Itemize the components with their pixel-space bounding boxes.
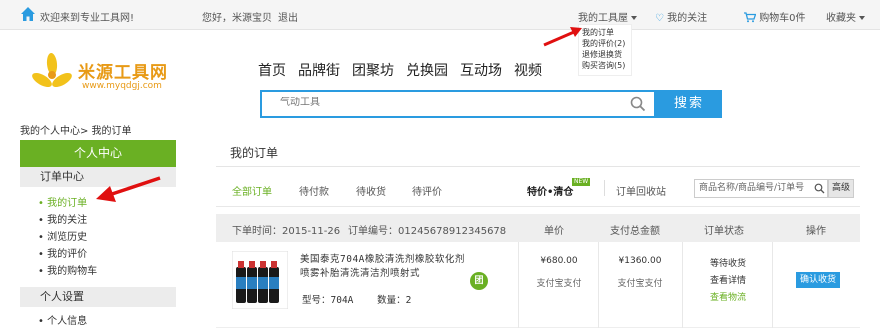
my-follow-link[interactable]: ♡ 我的关注 [655,9,707,24]
qty-label: 数量： [377,295,406,306]
tab-pending-receipt[interactable]: 待收货 [356,183,386,198]
heart-icon: ♡ [655,13,664,24]
breadcrumb: 我的个人中心> 我的订单 [20,126,132,137]
search-input[interactable] [280,97,620,108]
dropdown-item-reviews[interactable]: 我的评价(2) [582,38,631,49]
logout-link[interactable]: 退出 [278,9,298,24]
divider [682,242,683,328]
status-badge: 等待收货 [709,259,746,269]
dropdown-item-returns[interactable]: 退修退换货 [582,49,631,60]
sidebar-header: 个人中心 [20,140,176,167]
order-search-input[interactable]: 商品名称/商品编号/订单号 [694,179,828,198]
group-buy-badge: 团 [470,272,488,290]
advanced-search-button[interactable]: 高级 [828,179,854,198]
my-tools-menu[interactable]: 我的工具屋 [578,9,637,24]
sidebar-item-reviews[interactable]: • 我的评价 [38,245,87,260]
sidebar-item-history[interactable]: • 浏览历史 [38,228,87,243]
red-arrow-icon [543,27,582,47]
tab-all-orders[interactable]: 全部订单 [232,183,272,198]
favorites-menu[interactable]: 收藏夹 [826,9,865,24]
cart-icon [744,12,757,23]
new-badge: NEW [572,178,591,186]
tab-pending-payment[interactable]: 待付款 [299,183,329,198]
total-amount: ¥1360.00 [618,256,662,266]
my-follow-label: 我的关注 [667,13,708,24]
product-image[interactable] [232,251,288,309]
tab-special-clearance[interactable]: 特价•清仓 [527,183,573,198]
order-number-label: 订单编号： [348,226,398,237]
nav-interact[interactable]: 互动场 [460,63,502,79]
chevron-down-icon [859,16,865,20]
column-unit-price: 单价 [544,226,564,237]
cart-label: 购物车0件 [759,13,806,24]
column-action: 操作 [806,226,826,237]
recycle-bin-link[interactable]: 订单回收站 [616,183,666,198]
divider [518,242,519,328]
product-meta: 型号：704A 数量：2 [302,292,411,306]
sidebar-item-profile[interactable]: • 个人信息 [38,312,87,327]
dropdown-item-consult[interactable]: 购买咨询(5) [582,60,631,71]
divider [772,242,773,328]
nav-group-buy[interactable]: 团聚坊 [352,63,394,79]
red-arrow-icon [96,176,161,202]
chevron-down-icon [631,16,637,20]
order-number: 订单编号：01245678912345678 [348,222,506,237]
sidebar-item-my-follow[interactable]: • 我的关注 [38,211,87,226]
divider [604,180,605,196]
nav-exchange[interactable]: 兑换园 [406,63,448,79]
my-tools-label: 我的工具屋 [578,13,628,24]
view-logistics-link[interactable]: 查看物流 [700,290,756,303]
total-pay-method: 支付宝支付 [617,279,663,289]
sidebar-item-my-orders[interactable]: • 我的订单 [38,194,87,209]
model-label: 型号： [302,295,331,306]
divider [216,206,860,207]
model-value: 704A [330,295,354,306]
order-header-row: 下单时间：2015-11-26 订单编号：01245678912345678 单… [216,214,860,242]
search-icon[interactable] [814,183,825,194]
column-status: 订单状态 [704,226,744,237]
view-detail-link[interactable]: 查看详情 [700,273,756,286]
sidebar-group-settings: 个人设置 [20,287,176,307]
confirm-receipt-button[interactable]: 确认收货 [796,272,840,288]
nav-video[interactable]: 视频 [514,63,542,79]
top-bar: 欢迎来到专业工具网! 您好，米源宝贝 退出 我的工具屋 ♡ 我的关注 购物车0件… [0,0,880,30]
page-title: 我的订单 [216,140,860,167]
logo-url: www.myqdgj.com [82,81,162,91]
qty-value: 2 [405,295,412,306]
order-time-label: 下单时间： [232,226,282,237]
order-number-value: 01245678912345678 [398,226,507,237]
my-tools-dropdown: 我的订单 我的评价(2) 退修退换货 购买咨询(5) [578,24,632,76]
home-icon[interactable] [20,6,36,22]
tab-pending-review[interactable]: 待评价 [412,183,442,198]
logo-name: 米源工具网 [78,63,168,83]
search-icon[interactable] [630,96,646,112]
divider [598,242,599,328]
sidebar-item-cart[interactable]: • 我的购物车 [38,262,97,277]
product-name-link[interactable]: 美国泰克704A橡胶清洗剂橡胶软化剂喷雾补胎清洗清洁剂喷射式 [300,253,470,281]
welcome-text: 欢迎来到专业工具网! [40,13,135,24]
unit-pay-method: 支付宝支付 [536,279,582,289]
dropdown-item-orders[interactable]: 我的订单 [582,27,631,38]
search-button[interactable]: 搜索 [656,90,722,118]
unit-price: ¥680.00 [540,256,578,266]
order-time-value: 2015-11-26 [282,226,341,237]
nav-brand-street[interactable]: 品牌街 [298,63,340,79]
main-nav: 首页 品牌街 团聚坊 兑换园 互动场 视频 [258,60,554,80]
favorites-label: 收藏夹 [826,13,856,24]
nav-home[interactable]: 首页 [258,63,286,79]
column-total: 支付总金额 [610,226,660,237]
order-time: 下单时间：2015-11-26 [232,222,340,237]
search-box [260,90,656,118]
greeting-text: 您好，米源宝贝 [202,13,272,24]
cart-link[interactable]: 购物车0件 [744,9,806,24]
